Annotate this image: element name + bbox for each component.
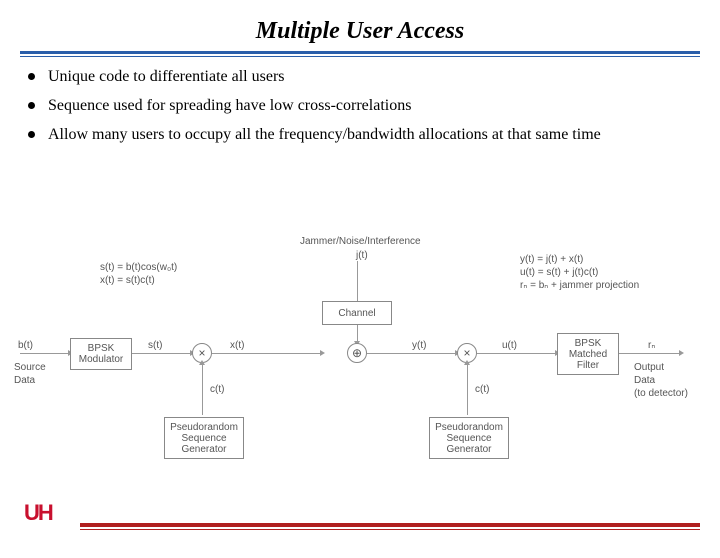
eq-line: s(t) = b(t)cos(w₀t) [100, 261, 177, 274]
wire [619, 353, 679, 354]
eq-line: x(t) = s(t)c(t) [100, 274, 177, 287]
eq-right: y(t) = j(t) + x(t) u(t) = s(t) + j(t)c(t… [520, 253, 639, 292]
label-st: s(t) [148, 339, 162, 352]
bullet-item: Allow many users to occupy all the frequ… [28, 125, 692, 146]
eq-left: s(t) = b(t)cos(w₀t) x(t) = s(t)c(t) [100, 261, 177, 287]
wire [132, 353, 190, 354]
slide-title: Multiple User Access [0, 18, 720, 45]
box-bpsk-mf: BPSK Matched Filter [557, 333, 619, 375]
wire [212, 353, 320, 354]
bullet-item: Unique code to differentiate all users [28, 67, 692, 88]
label-output: Output Data (to detector) [634, 361, 688, 400]
block-diagram: Jammer/Noise/Interference j(t) s(t) = b(… [20, 243, 700, 503]
footer-rule [80, 523, 700, 530]
title-rule [20, 51, 700, 57]
eq-line: u(t) = s(t) + j(t)c(t) [520, 266, 639, 279]
label-ct-right: c(t) [475, 383, 489, 396]
wire [467, 365, 468, 415]
adder-icon: ⊕ [347, 343, 367, 363]
wire [357, 261, 358, 301]
uh-logo: UH [24, 504, 68, 544]
label-ct-left: c(t) [210, 383, 224, 396]
box-channel: Channel [322, 301, 392, 325]
eq-line: y(t) = j(t) + x(t) [520, 253, 639, 266]
label-source: Source Data [14, 361, 46, 387]
box-psg-right: Pseudorandom Sequence Generator [429, 417, 509, 459]
box-psg-left: Pseudorandom Sequence Generator [164, 417, 244, 459]
eq-line: rₙ = bₙ + jammer projection [520, 279, 639, 292]
wire [357, 325, 358, 341]
label-jammer: Jammer/Noise/Interference [300, 235, 421, 248]
box-bpsk-mod: BPSK Modulator [70, 338, 132, 370]
bullet-item: Sequence used for spreading have low cro… [28, 96, 692, 117]
label-yt: y(t) [412, 339, 426, 352]
bullet-list: Unique code to differentiate all users S… [28, 67, 692, 145]
wire [20, 353, 68, 354]
label-bt: b(t) [18, 339, 33, 352]
wire [367, 353, 455, 354]
wire [477, 353, 555, 354]
label-rn: rₙ [648, 339, 655, 352]
label-ut: u(t) [502, 339, 517, 352]
label-xt: x(t) [230, 339, 244, 352]
wire [202, 365, 203, 415]
